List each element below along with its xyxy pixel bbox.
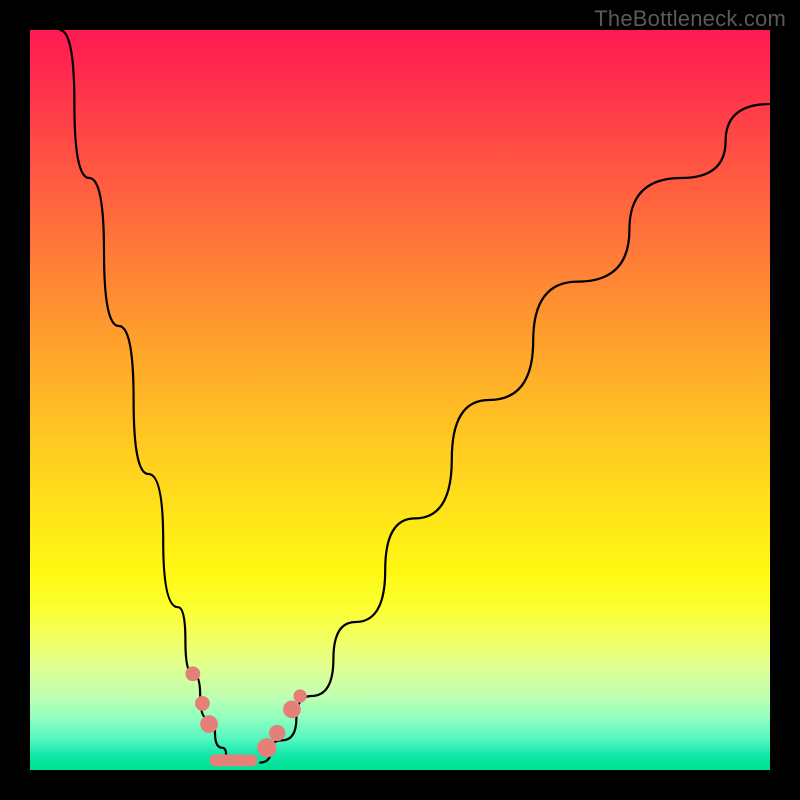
marker-dot [269, 725, 285, 741]
marker-dot [293, 689, 306, 702]
marker-dot [283, 700, 301, 718]
marker-dot [257, 738, 276, 757]
curve-right-branch [259, 104, 770, 763]
curve-layer [30, 30, 770, 770]
marker-pill [209, 754, 257, 766]
marker-dot [195, 696, 210, 711]
marker-dot [185, 666, 200, 681]
plot-area [30, 30, 770, 770]
marker-dot [200, 715, 218, 733]
curve-left-branch [60, 30, 230, 763]
watermark-text: TheBottleneck.com [594, 6, 786, 32]
